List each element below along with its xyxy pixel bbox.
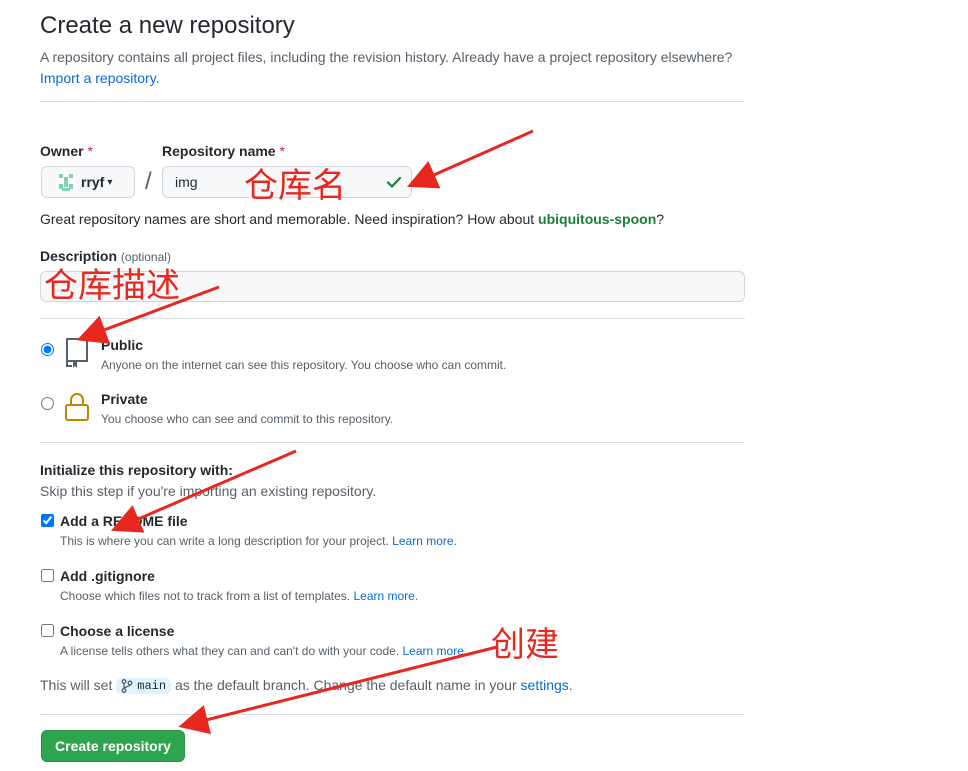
gitignore-label: Add .gitignore: [60, 568, 155, 584]
private-option-desc: You choose who can see and commit to thi…: [101, 412, 394, 426]
divider: [40, 101, 745, 102]
gitignore-learn-more-link[interactable]: Learn more.: [353, 589, 418, 603]
license-checkbox[interactable]: [41, 624, 54, 637]
owner-value: rryf: [81, 174, 105, 190]
branch-chip: main: [116, 678, 172, 695]
initialize-title: Initialize this repository with:: [40, 462, 233, 478]
name-suggestion[interactable]: ubiquitous-spoon: [538, 211, 656, 227]
repository-name-label: Repository name *: [162, 143, 285, 159]
readme-label: Add a README file: [60, 513, 188, 529]
gitignore-desc: Choose which files not to track from a l…: [60, 589, 419, 603]
divider: [40, 442, 745, 443]
divider: [40, 318, 745, 319]
page-subtitle: A repository contains all project files,…: [40, 47, 760, 89]
private-radio[interactable]: [41, 397, 54, 410]
public-option-desc: Anyone on the internet can see this repo…: [101, 358, 507, 372]
owner-repo-separator: /: [145, 168, 152, 195]
create-repository-button[interactable]: Create repository: [41, 730, 185, 762]
git-branch-icon: [121, 679, 133, 694]
page-title: Create a new repository: [40, 12, 295, 39]
description-label: Description (optional): [40, 248, 171, 264]
annotation-description: 仓库描述: [44, 266, 180, 306]
license-desc: A license tells others what they can and…: [60, 644, 468, 658]
subtitle-text: A repository contains all project files,…: [40, 49, 733, 65]
readme-learn-more-link[interactable]: Learn more.: [392, 534, 457, 548]
owner-select[interactable]: rryf ▾: [41, 166, 135, 198]
public-option-title: Public: [101, 337, 144, 353]
default-branch-note: This will set main as the default branch…: [40, 677, 573, 695]
readme-desc: This is where you can write a long descr…: [60, 534, 457, 548]
divider: [40, 714, 745, 715]
check-icon: [386, 174, 402, 195]
caret-down-icon: ▾: [107, 176, 113, 188]
readme-checkbox[interactable]: [41, 514, 54, 527]
repository-name-hint: Great repository names are short and mem…: [40, 211, 665, 227]
lock-icon: [64, 391, 90, 428]
gitignore-checkbox[interactable]: [41, 569, 54, 582]
branch-name: main: [137, 679, 167, 694]
avatar: [56, 172, 76, 192]
settings-link[interactable]: settings: [521, 677, 569, 693]
private-option-title: Private: [101, 391, 148, 407]
owner-label: Owner *: [40, 143, 93, 159]
repo-book-icon: [64, 337, 90, 374]
annotation-repo-name: 仓库名: [244, 166, 346, 206]
arrow-repo-name: [407, 129, 534, 189]
license-label: Choose a license: [60, 623, 175, 639]
license-learn-more-link[interactable]: Learn more.: [403, 644, 468, 658]
import-repository-link[interactable]: Import a repository.: [40, 70, 160, 86]
annotation-create: 创建: [491, 625, 559, 665]
public-radio[interactable]: [41, 343, 54, 356]
initialize-subtitle: Skip this step if you're importing an ex…: [40, 483, 377, 499]
